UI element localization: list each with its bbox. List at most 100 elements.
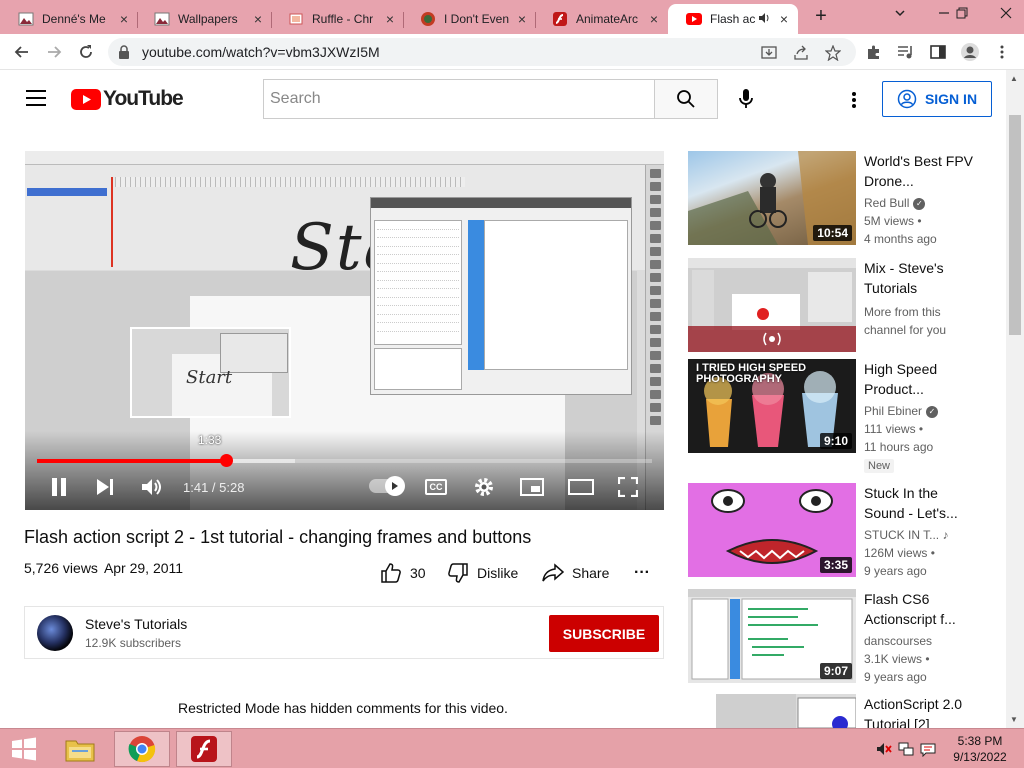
channel-name[interactable]: Steve's Tutorials xyxy=(85,616,187,632)
search-input[interactable] xyxy=(264,80,655,118)
taskbar-file-explorer[interactable] xyxy=(52,731,108,767)
start-button[interactable] xyxy=(0,731,48,767)
progress-bar[interactable] xyxy=(37,454,652,467)
video-thumbnail[interactable] xyxy=(716,694,856,728)
fullscreen-icon xyxy=(618,477,638,497)
video-thumbnail[interactable]: 10:54 xyxy=(688,151,856,245)
recommended-video[interactable]: 9:07 Flash CS6 Actionscript f... danscou… xyxy=(688,589,998,689)
video-title[interactable]: Mix - Steve's Tutorials xyxy=(864,258,974,298)
search-button[interactable] xyxy=(654,79,718,119)
recommended-mix[interactable]: Mix - Steve's Tutorials More from this c… xyxy=(688,258,998,358)
install-app-icon[interactable] xyxy=(760,44,778,62)
tab-title: AnimateArc xyxy=(576,12,639,26)
video-title[interactable]: Flash CS6 Actionscript f... xyxy=(864,589,974,629)
theater-mode-button[interactable] xyxy=(567,475,595,499)
like-button[interactable]: 30 xyxy=(380,561,426,585)
tab-flash-action-script[interactable]: Flash ac × xyxy=(668,4,798,34)
close-window-icon[interactable] xyxy=(990,2,1022,26)
sign-in-label: SIGN IN xyxy=(924,91,978,107)
chrome-menu-icon[interactable] xyxy=(992,42,1012,62)
settings-more-icon[interactable] xyxy=(844,88,864,112)
windows-logo-icon xyxy=(12,737,36,761)
video-thumbnail[interactable]: 3:35 xyxy=(688,483,856,577)
video-title[interactable]: Stuck In the Sound - Let's... xyxy=(864,483,974,523)
tab-title: Denné's Me xyxy=(42,12,106,26)
restore-icon[interactable] xyxy=(946,2,978,26)
channel-name: danscourses xyxy=(864,634,933,648)
channel-avatar[interactable] xyxy=(37,615,73,651)
tab-title: Ruffle - Chr xyxy=(312,12,374,26)
pause-button[interactable] xyxy=(47,475,71,499)
page-scrollbar[interactable]: ▲ ▼ xyxy=(1006,70,1024,728)
view-count: 111 views • xyxy=(864,422,924,436)
tab-i-dont-even[interactable]: I Don't Even × xyxy=(402,4,536,34)
more-actions-button[interactable]: ··· xyxy=(634,561,650,585)
tab-animatearc[interactable]: AnimateArc × xyxy=(534,4,668,34)
logo-wordmark: YouTube xyxy=(103,87,184,110)
forward-arrow-icon[interactable] xyxy=(42,40,66,64)
subscriber-count: 12.9K subscribers xyxy=(85,636,182,650)
gear-icon xyxy=(475,478,493,496)
taskbar-flash[interactable] xyxy=(176,731,232,767)
tab-wallpapers[interactable]: Wallpapers × xyxy=(136,4,272,34)
scroll-down-arrow-icon[interactable]: ▼ xyxy=(1010,715,1018,724)
mute-button[interactable] xyxy=(139,475,165,499)
subtitles-button[interactable]: CC xyxy=(425,479,447,495)
share-button[interactable]: Share xyxy=(542,561,609,585)
settings-gear-button[interactable] xyxy=(472,475,496,499)
preview-scribble-text: Start xyxy=(186,367,233,388)
media-control-icon[interactable] xyxy=(896,42,916,62)
fullscreen-button[interactable] xyxy=(616,475,640,499)
reload-icon[interactable] xyxy=(74,40,98,64)
tab-dennes-me[interactable]: Denné's Me × xyxy=(0,4,138,34)
recommended-video[interactable]: 3:35 Stuck In the Sound - Let's... STUCK… xyxy=(688,483,998,583)
recommended-video[interactable]: 10:54 World's Best FPV Drone... Red Bull… xyxy=(688,151,998,251)
address-bar[interactable]: youtube.com/watch?v=vbm3JXWzI5M xyxy=(108,38,856,66)
extensions-puzzle-icon[interactable] xyxy=(864,42,884,62)
recommended-video[interactable]: I TRIED HIGH SPEED PHOTOGRAPHY 9:10 High… xyxy=(688,359,998,477)
tab-close-icon[interactable]: × xyxy=(646,11,662,27)
share-icon[interactable] xyxy=(792,44,810,62)
tab-search-icon[interactable] xyxy=(884,2,916,26)
video-thumbnail[interactable]: I TRIED HIGH SPEED PHOTOGRAPHY 9:10 xyxy=(688,359,856,453)
voice-search-mic-icon[interactable] xyxy=(734,87,758,111)
volume-muted-icon[interactable] xyxy=(876,741,892,757)
next-video-button[interactable] xyxy=(93,475,117,499)
browser-toolbar: youtube.com/watch?v=vbm3JXWzI5M xyxy=(0,34,1024,70)
tab-close-icon[interactable]: × xyxy=(776,11,792,27)
action-center-icon[interactable] xyxy=(920,741,936,757)
video-title[interactable]: High Speed Product... xyxy=(864,359,974,399)
tab-close-icon[interactable]: × xyxy=(382,11,398,27)
subscribe-button[interactable]: SUBSCRIBE xyxy=(549,615,659,652)
sign-in-button[interactable]: SIGN IN xyxy=(882,81,992,117)
taskbar-chrome[interactable] xyxy=(114,731,170,767)
video-thumbnail[interactable]: 9:07 xyxy=(688,589,856,683)
network-icon[interactable] xyxy=(898,741,914,757)
recommended-video[interactable]: ActionScript 2.0 Tutorial [2] xyxy=(688,694,998,728)
menu-icon[interactable] xyxy=(26,90,46,106)
profile-avatar-icon[interactable] xyxy=(960,42,980,62)
system-clock[interactable]: 5:38 PM 9/13/2022 xyxy=(940,733,1020,765)
scrollbar-thumb[interactable] xyxy=(1009,115,1021,335)
back-arrow-icon[interactable] xyxy=(10,40,34,64)
tab-close-icon[interactable]: × xyxy=(514,11,530,27)
miniplayer-button[interactable] xyxy=(519,475,545,499)
video-title[interactable]: ActionScript 2.0 Tutorial [2] xyxy=(864,694,974,728)
video-duration: 9:07 xyxy=(819,663,852,679)
video-title[interactable]: World's Best FPV Drone... xyxy=(864,151,974,191)
dislike-button[interactable]: Dislike xyxy=(447,561,518,585)
tab-close-icon[interactable]: × xyxy=(116,11,132,27)
speaker-icon[interactable] xyxy=(758,12,770,27)
browser-tab-strip: Denné's Me × Wallpapers × Ruffle - Chr ×… xyxy=(0,0,1024,34)
side-panel-icon[interactable] xyxy=(928,42,948,62)
autoplay-toggle[interactable] xyxy=(369,476,405,496)
video-player[interactable]: Start Start 1:33 1:41 / 5:28 CC xyxy=(25,151,664,510)
tab-close-icon[interactable]: × xyxy=(250,11,266,27)
youtube-logo[interactable]: YouTube xyxy=(71,87,184,111)
new-tab-button[interactable]: + xyxy=(810,6,832,28)
mix-thumbnail[interactable] xyxy=(688,258,856,352)
lock-icon[interactable] xyxy=(118,45,130,64)
scroll-up-arrow-icon[interactable]: ▲ xyxy=(1010,74,1018,83)
tab-ruffle[interactable]: Ruffle - Chr × xyxy=(270,4,404,34)
bookmark-star-icon[interactable] xyxy=(824,44,842,62)
